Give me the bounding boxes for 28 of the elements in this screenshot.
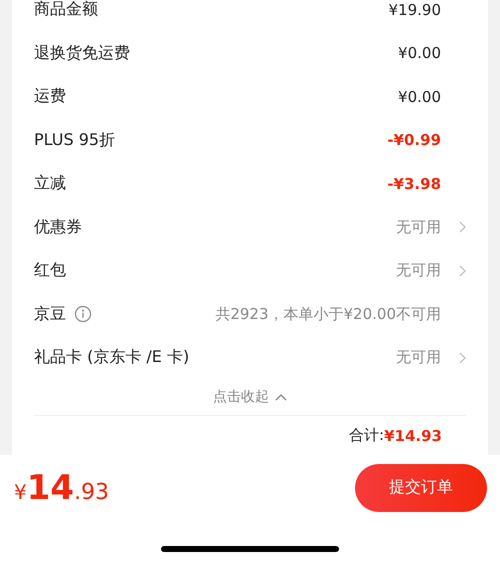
total-value: ¥14.93	[384, 426, 442, 445]
row-label: 立减	[34, 173, 66, 194]
row-value: ¥0.00	[398, 44, 441, 62]
row-label: 红包	[34, 260, 66, 282]
discount-value: -¥3.98	[387, 174, 441, 193]
row-value[interactable]: 无可用	[396, 261, 441, 280]
row-label: 优惠券	[34, 216, 82, 238]
row-value[interactable]: 无可用	[396, 218, 441, 237]
collapse-button[interactable]: 点击收起	[213, 388, 287, 406]
submit-order-button[interactable]: 提交订单	[355, 464, 487, 512]
chevron-right-icon[interactable]	[459, 352, 466, 364]
row-label: PLUS 95折	[34, 130, 116, 151]
chevron-up-icon	[275, 394, 287, 401]
row-value: ¥19.90	[388, 0, 441, 19]
row-value: ¥0.00	[398, 88, 441, 106]
discount-value: -¥0.99	[387, 131, 441, 150]
row-label: 运费	[34, 86, 66, 108]
chevron-right-icon[interactable]	[459, 264, 466, 277]
row-value[interactable]: 无可用	[396, 348, 441, 368]
total-label: 合计:	[349, 426, 384, 446]
chevron-right-icon[interactable]	[459, 221, 466, 234]
row-label: 商品金额	[34, 0, 98, 20]
total-price: ¥14.93	[14, 468, 110, 508]
row-label: 京豆	[34, 304, 66, 325]
row-label: 礼品卡 (京东卡 /E 卡)	[34, 347, 190, 368]
info-icon	[74, 305, 92, 324]
row-label: 退换货免运费	[34, 42, 130, 64]
row-value: 共2923，本单小于¥20.00不可用	[215, 304, 441, 324]
